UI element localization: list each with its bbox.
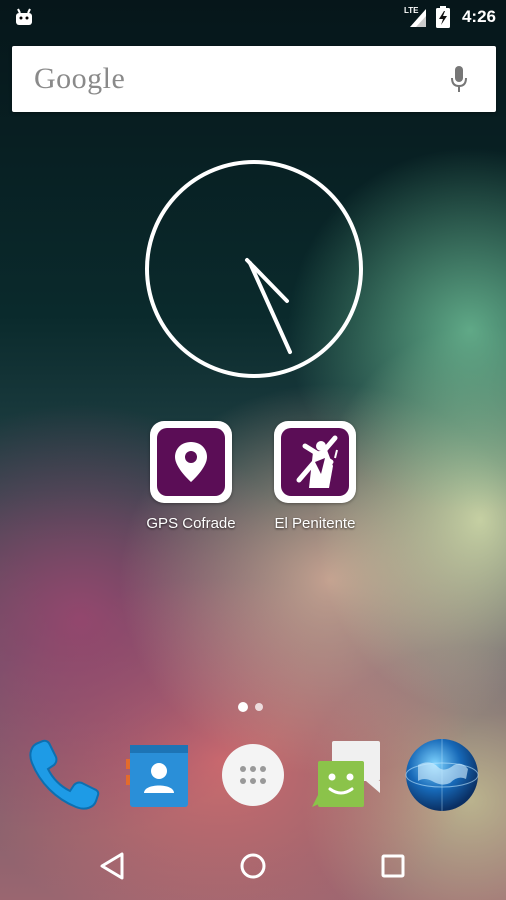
signal-indicator: LTE (404, 6, 428, 27)
signal-strength-icon (409, 9, 426, 27)
penitent-figure-icon (296, 435, 338, 488)
dock-phone[interactable] (24, 735, 104, 815)
recents-icon[interactable] (373, 846, 413, 886)
page-dot (255, 703, 263, 711)
contacts-icon (126, 745, 188, 807)
android-notification-icon (16, 8, 32, 25)
google-logo: Google (34, 62, 126, 95)
phone-icon (29, 739, 100, 810)
status-bar: LTE 4:26 (0, 0, 506, 34)
home-icon[interactable] (233, 846, 273, 886)
app-el-penitente[interactable]: El Penitente (255, 421, 375, 532)
dock-app-drawer[interactable] (213, 735, 293, 815)
analog-clock-widget[interactable] (144, 159, 364, 379)
page-indicator (238, 701, 268, 713)
app-tile (274, 421, 356, 503)
dock-browser[interactable] (402, 735, 482, 815)
app-label: El Penitente (274, 515, 356, 532)
clock-minute-hand (248, 261, 292, 354)
app-drawer-icon (222, 744, 284, 806)
status-time: 4:26 (461, 7, 496, 26)
app-gps-cofrade[interactable]: GPS Cofrade (131, 421, 251, 532)
dock-contacts[interactable] (118, 735, 198, 815)
google-search-bar[interactable]: Google (12, 46, 496, 112)
map-pin-icon (175, 442, 207, 482)
app-label: GPS Cofrade (146, 515, 236, 532)
messaging-icon (312, 741, 380, 807)
navigation-bar (0, 830, 506, 900)
back-icon[interactable] (94, 846, 134, 886)
page-dot-active (238, 702, 248, 712)
microphone-icon[interactable] (450, 66, 468, 94)
battery-charging-icon (435, 6, 450, 28)
app-tile (150, 421, 232, 503)
browser-globe-icon (405, 739, 479, 811)
dock-messaging[interactable] (306, 735, 386, 815)
